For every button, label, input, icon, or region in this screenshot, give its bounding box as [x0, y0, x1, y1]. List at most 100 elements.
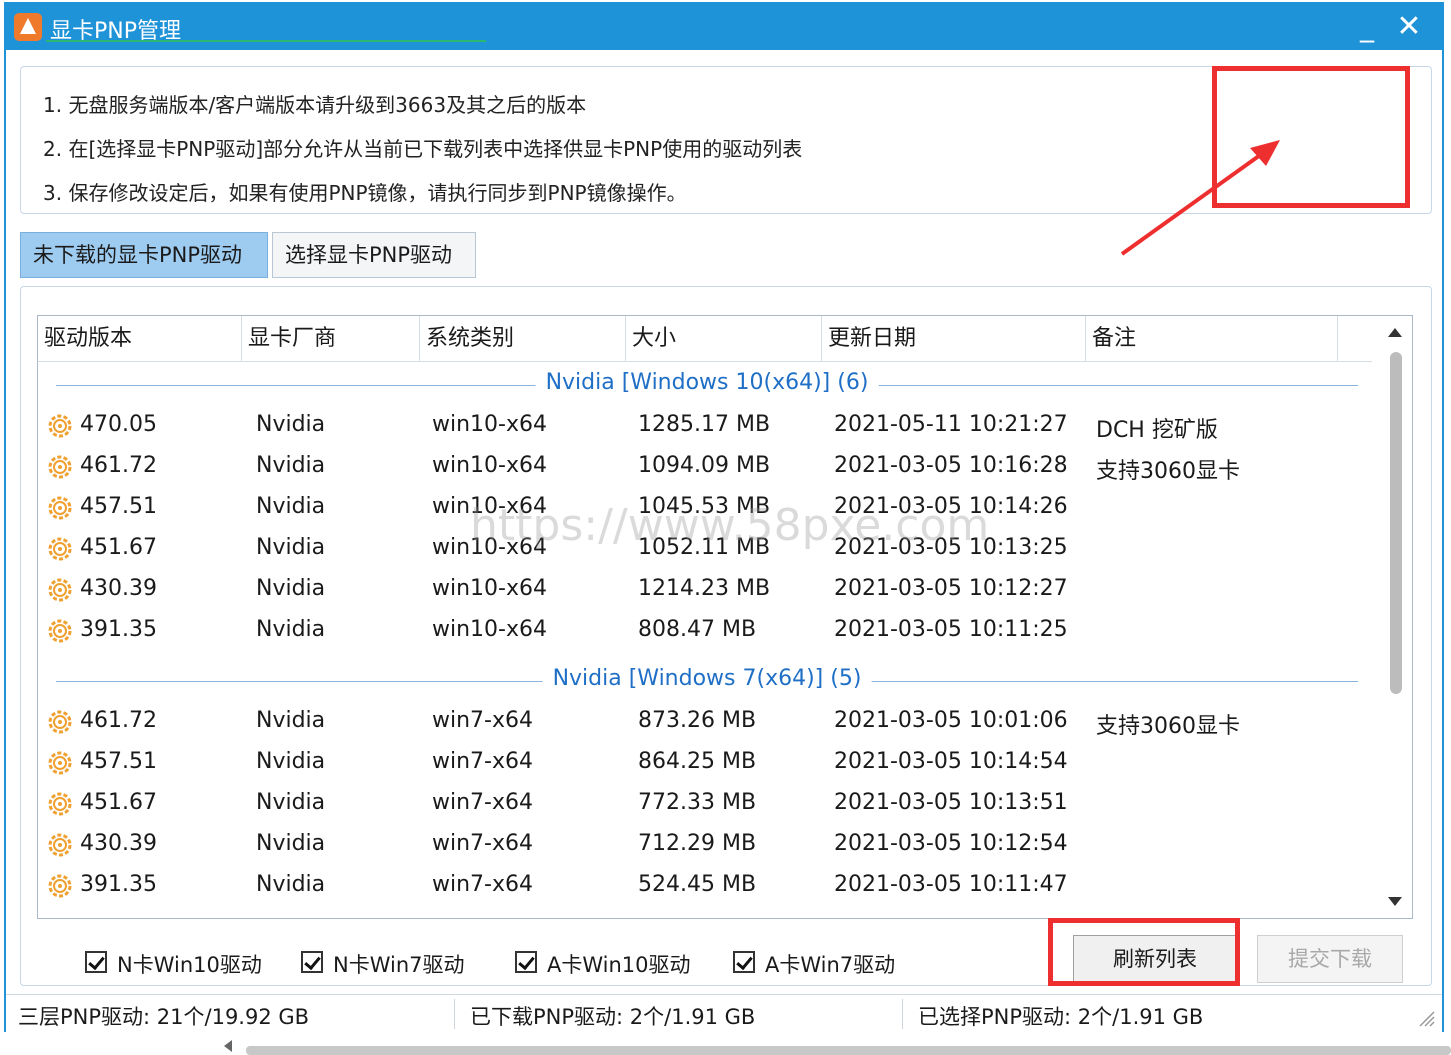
driver-gear-icon	[46, 831, 74, 859]
cell-os-type: win7-x64	[432, 872, 533, 897]
resize-grip-icon[interactable]	[1414, 1006, 1436, 1028]
cell-driver-version: 391.35	[80, 617, 157, 642]
cell-size: 808.47 MB	[638, 617, 757, 642]
table-row[interactable]: 451.67 Nvidia win7-x64 772.33 MB 2021-03-05 …	[38, 784, 1372, 825]
submit-download-button[interactable]: 提交下载	[1257, 935, 1403, 983]
cell-driver-version: 430.39	[80, 576, 157, 601]
checkbox-label: N卡Win10驱动	[117, 953, 262, 977]
cell-driver-version: 451.67	[80, 790, 157, 815]
column-header-note[interactable]: 备注	[1086, 316, 1338, 362]
driver-gear-icon	[46, 412, 74, 440]
table-row[interactable]: 430.39 Nvidia win7-x64 712.29 MB 2021-03-05 …	[38, 825, 1372, 866]
cell-vendor: Nvidia	[256, 617, 326, 642]
app-logo-icon	[14, 13, 42, 41]
horizontal-scrollbar[interactable]	[200, 1036, 1451, 1055]
column-header-vendor[interactable]: 显卡厂商	[242, 316, 420, 362]
cell-update-date: 2021-03-05 10:01:06	[834, 708, 1068, 733]
table-row[interactable]: 461.72 Nvidia win10-x64 1094.09 MB 2021-03-0…	[38, 447, 1372, 488]
close-button[interactable]: ✕	[1392, 10, 1426, 44]
column-header-date[interactable]: 更新日期	[822, 316, 1086, 362]
cell-driver-version: 451.67	[80, 535, 157, 560]
table-row[interactable]: 470.05 Nvidia win10-x64 1285.17 MB 2021-05-1…	[38, 406, 1372, 447]
driver-gear-icon	[46, 708, 74, 736]
cell-os-type: win10-x64	[432, 617, 547, 642]
vertical-scrollbar[interactable]	[1378, 316, 1412, 918]
column-header-size[interactable]: 大小	[626, 316, 822, 362]
highlight-arrow-icon	[1120, 140, 1280, 256]
column-header-version[interactable]: 驱动版本	[38, 316, 242, 362]
cell-note: 支持3060显卡	[1096, 459, 1240, 484]
group-header[interactable]: Nvidia [Windows 10(x64)] (6)	[56, 370, 1358, 400]
list-header: 驱动版本 显卡厂商 系统类别 大小 更新日期 备注	[38, 316, 1372, 362]
cell-driver-version: 457.51	[80, 749, 157, 774]
cell-vendor: Nvidia	[256, 412, 326, 437]
tab-select-drivers[interactable]: 选择显卡PNP驱动	[272, 232, 476, 278]
cell-os-type: win7-x64	[432, 749, 533, 774]
driver-gear-icon	[46, 453, 74, 481]
title-bar[interactable]: 显卡PNP管理 _ ✕	[6, 4, 1442, 50]
cell-vendor: Nvidia	[256, 576, 326, 601]
status-divider	[902, 999, 903, 1029]
cell-os-type: win7-x64	[432, 831, 533, 856]
minimize-button[interactable]: _	[1350, 10, 1384, 44]
table-row[interactable]: 391.35 Nvidia win7-x64 524.45 MB 2021-03-05 …	[38, 866, 1372, 907]
scrollbar-thumb[interactable]	[1390, 352, 1402, 694]
cell-note: DCH 挖矿版	[1096, 418, 1218, 443]
note-line: 2. 在[选择显卡PNP驱动]部分允许从当前已下载列表中选择供显卡PNP使用的驱…	[43, 137, 803, 161]
cell-vendor: Nvidia	[256, 494, 326, 519]
cell-update-date: 2021-03-05 10:16:28	[834, 453, 1068, 478]
cell-size: 873.26 MB	[638, 708, 757, 733]
checkbox-label: A卡Win10驱动	[547, 953, 691, 977]
cell-size: 1285.17 MB	[638, 412, 771, 437]
group-header[interactable]: Nvidia [Windows 7(x64)] (5)	[56, 666, 1358, 696]
group-label: Nvidia [Windows 10(x64)] (6)	[535, 370, 879, 395]
horizontal-scrollbar-thumb[interactable]	[246, 1046, 1451, 1055]
cell-vendor: Nvidia	[256, 831, 326, 856]
driver-list[interactable]: 驱动版本 显卡厂商 系统类别 大小 更新日期 备注 Nvidia [Window…	[37, 315, 1413, 919]
note-line: 1. 无盘服务端版本/客户端版本请升级到3663及其之后的版本	[43, 93, 587, 117]
cell-os-type: win7-x64	[432, 708, 533, 733]
cell-driver-version: 457.51	[80, 494, 157, 519]
table-row[interactable]: 457.51 Nvidia win7-x64 864.25 MB 2021-03-05 …	[38, 743, 1372, 784]
scroll-left-icon[interactable]	[224, 1040, 232, 1052]
cell-driver-version: 461.72	[80, 708, 157, 733]
watermark-text: https://www.58pxe.com	[470, 500, 990, 551]
title-underline	[46, 40, 486, 42]
driver-panel: 驱动版本 显卡厂商 系统类别 大小 更新日期 备注 Nvidia [Window…	[20, 286, 1432, 986]
cell-update-date: 2021-03-05 10:14:54	[834, 749, 1068, 774]
tab-undownloaded-drivers[interactable]: 未下载的显卡PNP驱动	[20, 232, 268, 278]
driver-gear-icon	[46, 872, 74, 900]
cell-size: 864.25 MB	[638, 749, 757, 774]
checkbox-checked-icon[interactable]	[85, 951, 107, 973]
column-header-os[interactable]: 系统类别	[420, 316, 626, 362]
cell-os-type: win10-x64	[432, 453, 547, 478]
cell-update-date: 2021-05-11 10:21:27	[834, 412, 1068, 437]
cell-vendor: Nvidia	[256, 749, 326, 774]
cell-vendor: Nvidia	[256, 708, 326, 733]
checkbox-checked-icon[interactable]	[301, 951, 323, 973]
scroll-up-icon[interactable]	[1388, 328, 1402, 337]
table-row[interactable]: 391.35 Nvidia win10-x64 808.47 MB 2021-03-05…	[38, 611, 1372, 652]
driver-gear-icon	[46, 535, 74, 563]
cell-update-date: 2021-03-05 10:12:54	[834, 831, 1068, 856]
table-row[interactable]: 430.39 Nvidia win10-x64 1214.23 MB 2021-03-0…	[38, 570, 1372, 611]
driver-gear-icon	[46, 617, 74, 645]
cell-update-date: 2021-03-05 10:11:25	[834, 617, 1068, 642]
cell-size: 524.45 MB	[638, 872, 757, 897]
checkbox-checked-icon[interactable]	[515, 951, 537, 973]
cell-size: 1094.09 MB	[638, 453, 771, 478]
cell-vendor: Nvidia	[256, 790, 326, 815]
status-downloaded: 已下载PNP驱动: 2个/1.91 GB	[470, 1005, 756, 1029]
driver-gear-icon	[46, 576, 74, 604]
table-row[interactable]: 461.72 Nvidia win7-x64 873.26 MB 2021-03-05 …	[38, 702, 1372, 743]
cell-size: 712.29 MB	[638, 831, 757, 856]
cell-os-type: win10-x64	[432, 576, 547, 601]
checkbox-checked-icon[interactable]	[733, 951, 755, 973]
scroll-down-icon[interactable]	[1388, 897, 1402, 906]
status-divider	[454, 999, 455, 1029]
cell-vendor: Nvidia	[256, 535, 326, 560]
cell-update-date: 2021-03-05 10:12:27	[834, 576, 1068, 601]
cell-update-date: 2021-03-05 10:13:51	[834, 790, 1068, 815]
status-bar: 三层PNP驱动: 21个/19.92 GB 已下载PNP驱动: 2个/1.91 …	[6, 994, 1442, 1032]
highlight-box-refresh	[1048, 918, 1240, 986]
